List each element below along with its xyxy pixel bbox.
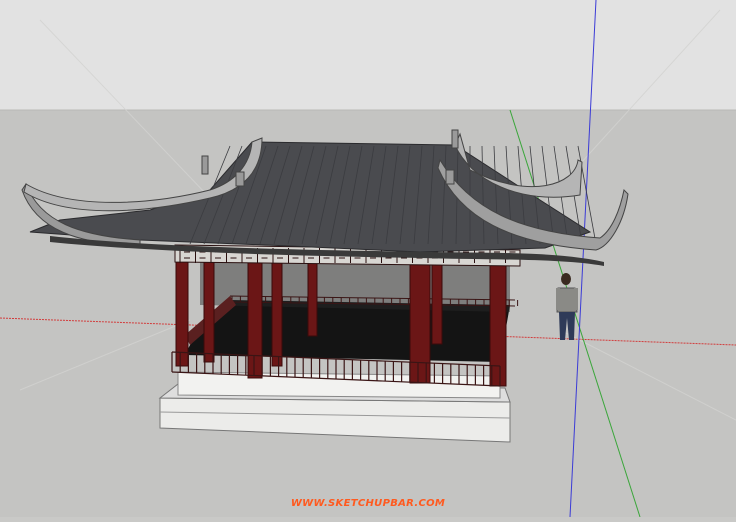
watermark-text: WWW.SKETCHUPBAR.COM	[290, 498, 446, 509]
interior-back	[200, 262, 510, 312]
base-upper	[177, 371, 501, 399]
modeling-viewport[interactable]: WWW.SKETCHUPBAR.COM	[0, 0, 736, 518]
ridge-finial-far	[451, 129, 459, 149]
scene-canvas[interactable]	[0, 0, 736, 518]
ridge-finial-mid	[445, 169, 455, 185]
ridge-finial-right	[235, 171, 245, 187]
ridge-finial-left	[201, 155, 209, 175]
